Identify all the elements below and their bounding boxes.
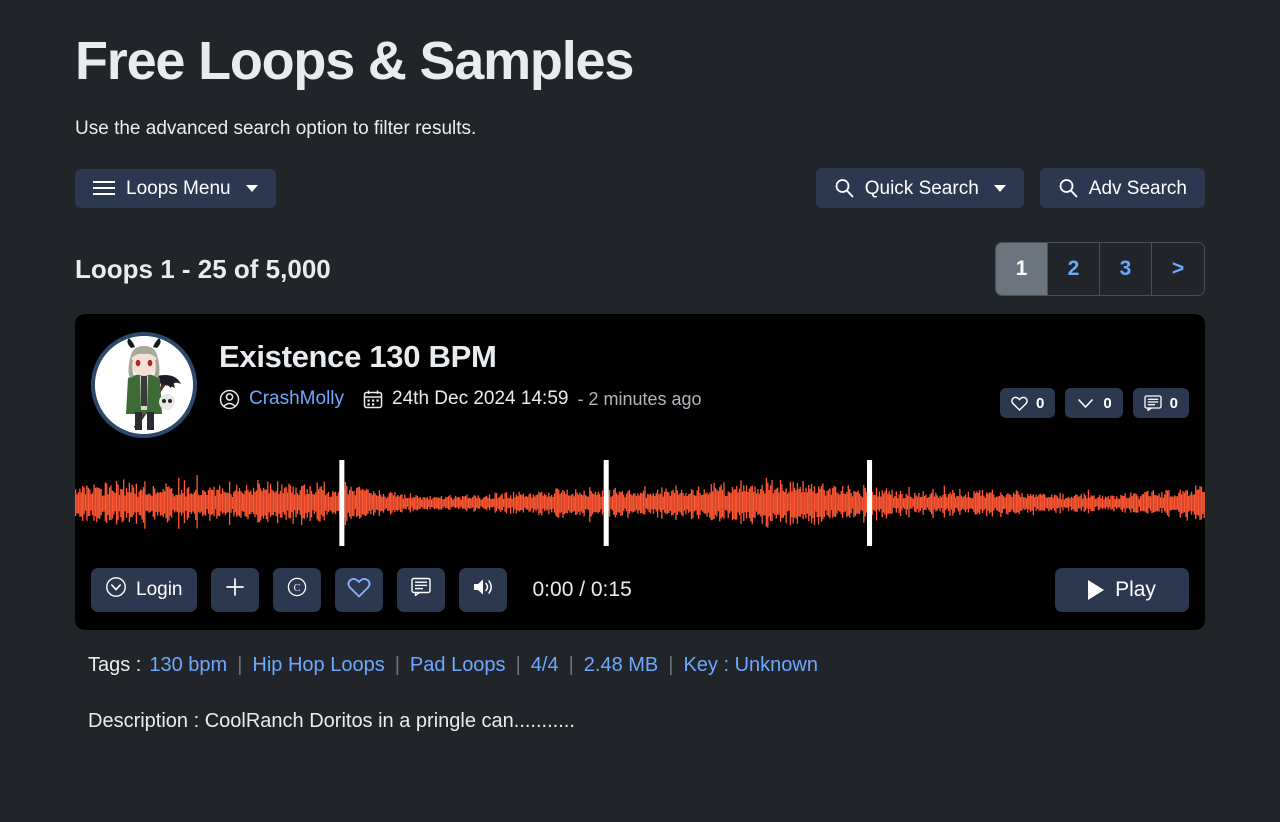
heart-icon [1011,396,1028,411]
login-label: Login [136,579,183,601]
heart-icon [347,577,371,604]
volume-icon [471,576,495,604]
adv-search-label: Adv Search [1088,177,1187,199]
tag-filesize[interactable]: 2.48 MB [584,654,658,677]
tag-time-signature[interactable]: 4/4 [531,654,559,677]
download-stat[interactable]: 0 [1065,388,1123,419]
svg-text:C: C [293,583,300,594]
results-count: Loops 1 - 25 of 5,000 [75,253,331,284]
track-card-header: Existence 130 BPM CrashMolly 24th Dec 20… [75,314,1205,444]
tag-separator: | [568,654,574,677]
waveform[interactable] [75,448,1205,559]
track-card: Existence 130 BPM CrashMolly 24th Dec 20… [75,314,1205,631]
chevron-down-icon [993,184,1006,192]
license-button[interactable]: C [272,568,321,613]
page-title: Free Loops & Samples [75,31,634,91]
search-icon [1058,178,1078,198]
pagination-next[interactable]: > [1152,243,1204,296]
download-icon [1076,396,1095,411]
tag-key[interactable]: Key : Unknown [683,654,818,677]
add-to-playlist-button[interactable] [210,568,259,613]
play-button[interactable]: Play [1055,568,1189,613]
calendar-icon [363,389,383,409]
loops-menu-label: Loops Menu [126,177,231,199]
chevron-down-icon [245,184,258,192]
track-date: 24th Dec 2024 14:59 [392,388,569,410]
comment-count: 0 [1169,394,1178,412]
pagination: 1 2 3 > [995,242,1205,297]
toolbar: Loops Menu Quick Search Adv Search [75,168,1205,209]
track-description: Description : CoolRanch Doritos in a pri… [88,710,575,733]
results-row: Loops 1 - 25 of 5,000 1 2 3 > [75,242,1205,297]
waveform-marker-1 [339,460,345,547]
tag-instrument[interactable]: Pad Loops [410,654,506,677]
tag-separator: | [394,654,400,677]
comment-icon [410,577,432,603]
like-stat[interactable]: 0 [999,388,1056,419]
copyright-icon: C [286,576,308,604]
login-download-button[interactable]: Login [91,568,197,613]
volume-button[interactable] [458,568,507,613]
time-display: 0:00 / 0:15 [532,578,632,602]
tags-row: Tags : 130 bpm | Hip Hop Loops | Pad Loo… [75,654,1205,677]
comment-icon [1144,395,1162,412]
download-count: 0 [1103,394,1112,412]
play-label: Play [1115,578,1156,602]
quick-search-label: Quick Search [864,177,979,199]
tags-label: Tags : [88,654,142,677]
waveform-graphic [75,448,1205,559]
favorite-button[interactable] [334,568,383,613]
like-count: 0 [1035,394,1045,412]
search-icon [834,178,854,198]
tag-separator: | [515,654,521,677]
tag-separator: | [668,654,674,677]
page-subtitle: Use the advanced search option to filter… [75,118,477,140]
tag-separator: | [237,654,243,677]
page-container: Free Loops & Samples Use the advanced se… [0,0,1280,733]
tag-genre[interactable]: Hip Hop Loops [252,654,384,677]
player-controls: Login C 0:00 / 0:15 Play [75,558,1205,630]
comments-button[interactable] [396,568,445,613]
pagination-page-1[interactable]: 1 [996,243,1048,296]
track-title: Existence 130 BPM [219,339,497,375]
pagination-page-3[interactable]: 3 [1100,243,1152,296]
pagination-page-2[interactable]: 2 [1048,243,1100,296]
loops-menu-button[interactable]: Loops Menu [75,168,276,208]
avatar-artwork [95,336,193,435]
download-circle-icon [105,576,127,604]
hamburger-icon [93,180,115,196]
track-meta: CrashMolly 24th Dec 2024 14:59 - 2 minut… [219,388,1000,410]
user-icon [219,389,240,410]
track-uploader[interactable]: CrashMolly [249,388,344,410]
waveform-marker-3 [867,460,873,547]
quick-search-button[interactable]: Quick Search [815,168,1024,209]
tag-bpm[interactable]: 130 bpm [149,654,227,677]
toolbar-right-group: Quick Search Adv Search [815,168,1205,209]
comment-stat[interactable]: 0 [1132,388,1189,419]
plus-icon [224,576,246,604]
play-icon [1088,580,1105,601]
avatar[interactable] [91,332,197,439]
waveform-marker-2 [603,460,609,547]
adv-search-button[interactable]: Adv Search [1039,168,1205,209]
track-header-text: Existence 130 BPM CrashMolly 24th Dec 20… [197,332,1000,410]
track-stats: 0 0 0 [999,332,1189,419]
track-relative-time: - 2 minutes ago [577,388,702,409]
